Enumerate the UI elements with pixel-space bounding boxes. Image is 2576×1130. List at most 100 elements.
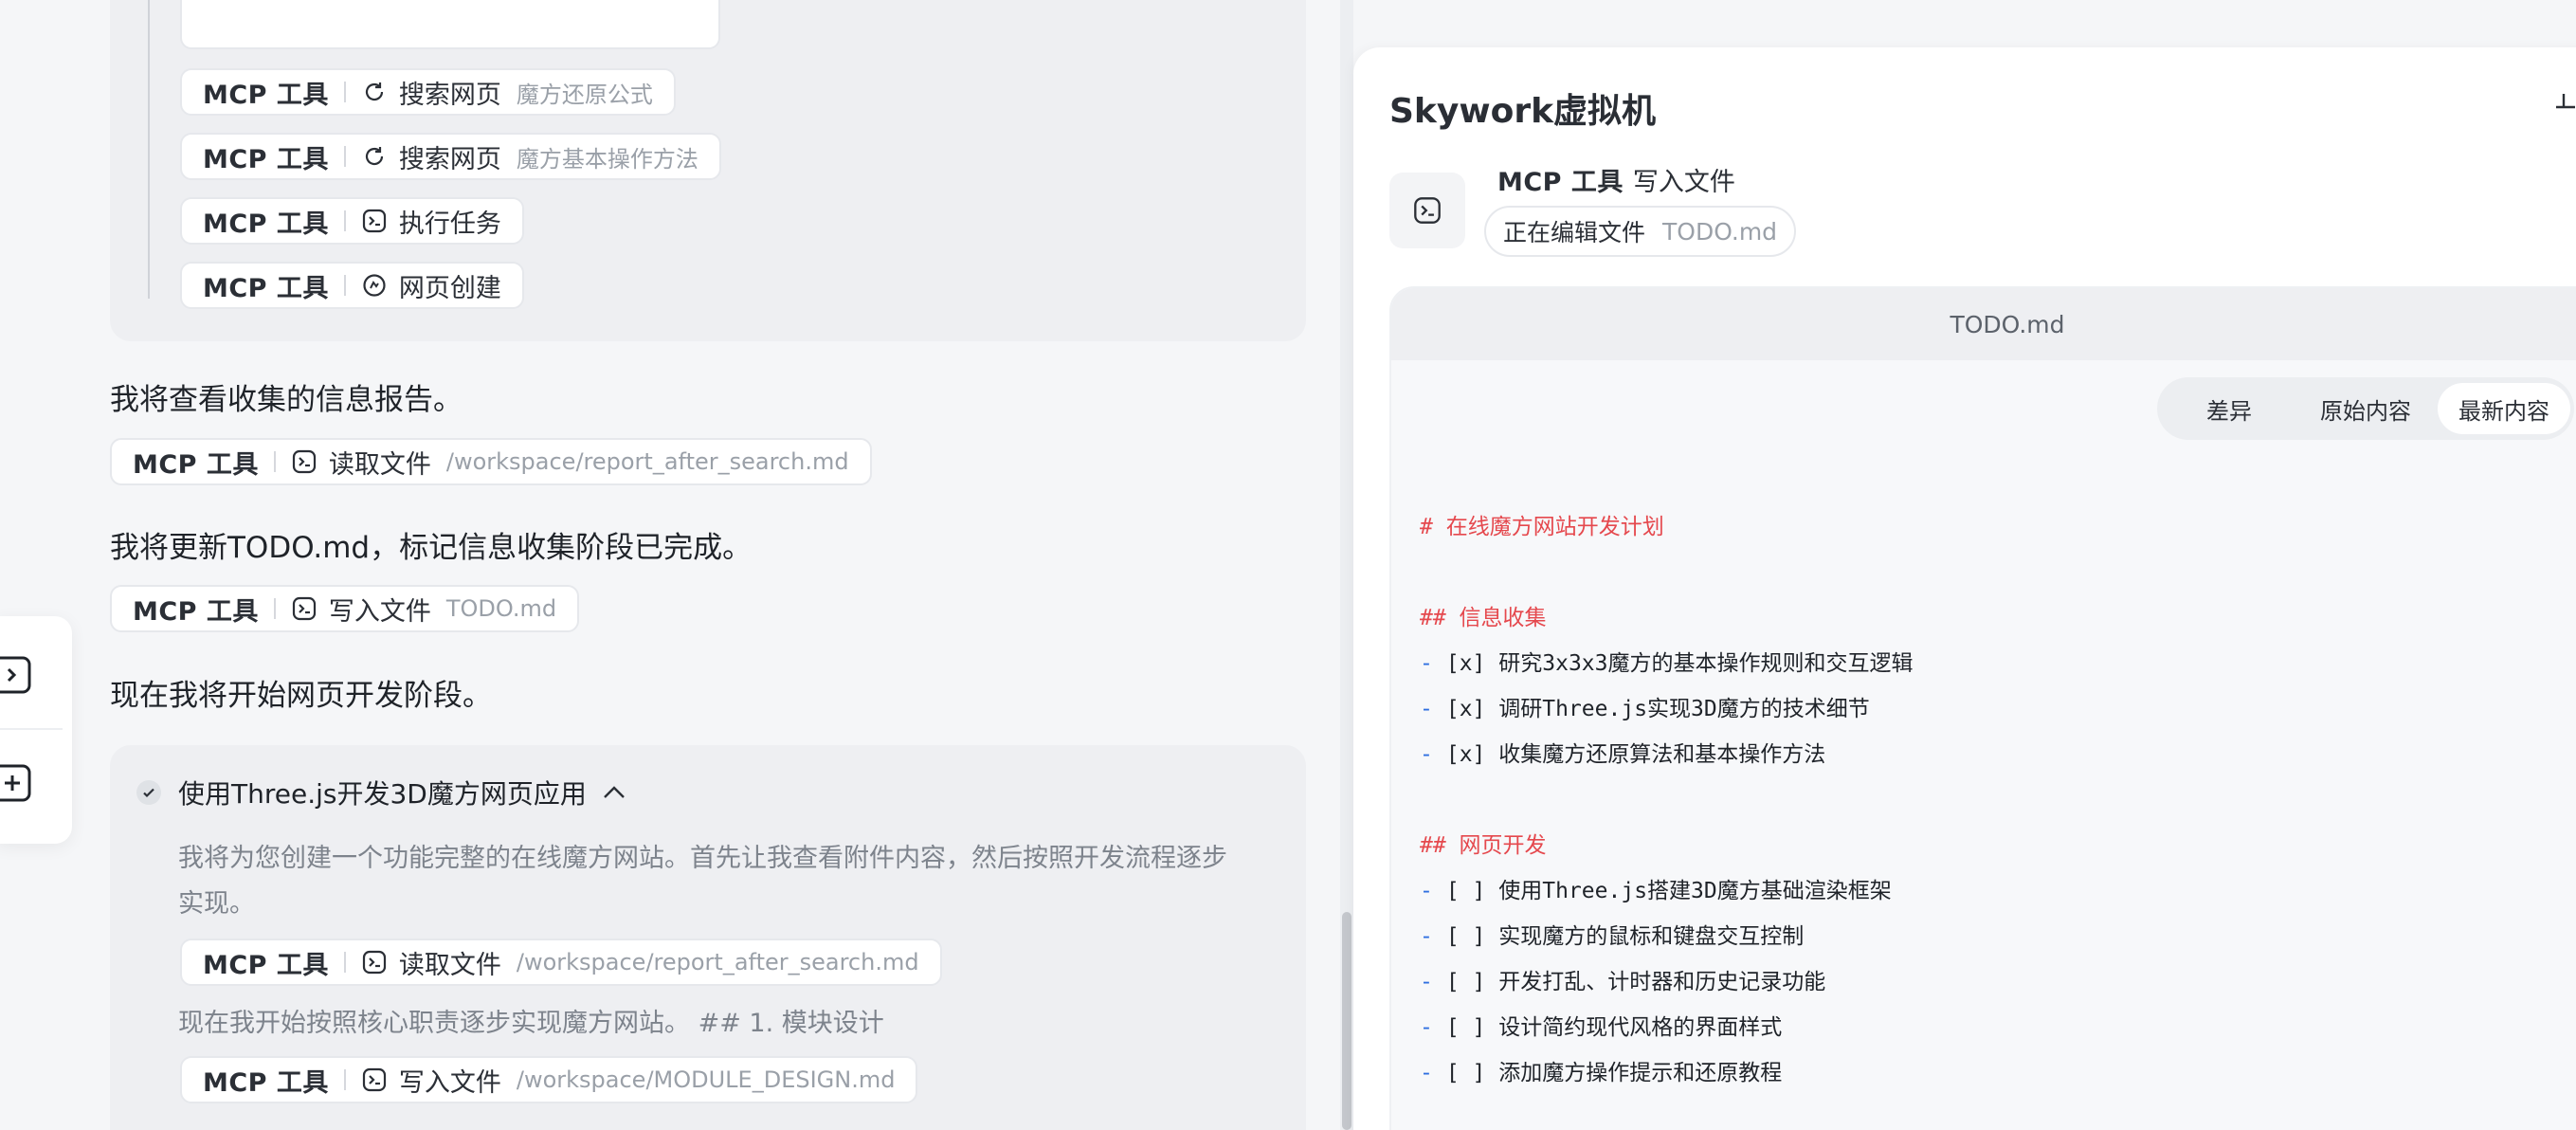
md-checkbox: [ ] (1445, 1061, 1486, 1085)
tool-chip-search-basic[interactable]: MCP 工具 搜索网页 魔方基本操作方法 (180, 133, 721, 180)
task-desc-line-1: 我将为您创建一个功能完整的在线魔方网站。首先让我查看附件内容，然后按照开发流程逐… (178, 844, 1227, 873)
md-heading-dev: ## 网页开发 (1420, 833, 1547, 858)
action-arg: 魔方基本操作方法 (516, 145, 698, 173)
action-label: 写入文件 (328, 596, 431, 627)
action-label: 写入文件 (398, 1067, 501, 1098)
action-label: 网页创建 (398, 273, 501, 303)
action-arg: /workspace/MODULE_DESIGN.md (516, 1066, 896, 1093)
chip-divider (343, 275, 346, 296)
file-viewer-header: TODO.md (1391, 288, 2576, 360)
action-arg: /workspace/report_after_search.md (516, 949, 919, 975)
tab-original[interactable]: 原始内容 (2297, 383, 2434, 434)
tool-chip-web-create[interactable]: MCP 工具 网页创建 (180, 262, 524, 309)
chip-divider (273, 451, 276, 472)
chip-divider (343, 82, 346, 102)
tool-chip-read-report[interactable]: MCP 工具 读取文件 /workspace/report_after_sear… (110, 438, 872, 485)
md-item-text: 收集魔方还原算法和基本操作方法 (1498, 742, 1826, 767)
terminal-icon (1389, 173, 1465, 248)
md-list-item: -[ ] 添加魔方操作提示和还原教程 (1420, 1061, 1783, 1085)
file-name: TODO.md (1950, 310, 2065, 338)
action-label: 执行任务 (398, 209, 501, 239)
md-list-item: -[ ] 使用Three.js搭建3D魔方基础渲染框架 (1420, 879, 1892, 903)
md-item-text: 调研Three.js实现3D魔方的技术细节 (1498, 697, 1870, 721)
tool-chip-exec-task[interactable]: MCP 工具 执行任务 (180, 197, 524, 245)
task-header[interactable]: 使用Three.js开发3D魔方网页应用 (136, 774, 626, 811)
mcp-label: MCP 工具 (203, 273, 329, 303)
chip-divider (273, 598, 276, 619)
mcp-label: MCP 工具 (203, 80, 329, 110)
md-item-text: 研究3x3x3魔方的基本操作规则和交互逻辑 (1498, 651, 1914, 676)
app-root: MCP 工具 搜索网页 魔方还原公式 MCP 工具 搜索网页 魔方基本操作方法 … (0, 0, 2576, 1130)
mcp-label: MCP 工具 (203, 950, 329, 980)
chip-divider (343, 210, 346, 231)
action-label: 搜索网页 (398, 80, 501, 110)
vm-panel: Skywork虚拟机 MCP 工具 写入文件 正在编辑文件 TODO.md TOD… (1353, 47, 2576, 1130)
md-checkbox: [x] (1445, 742, 1486, 767)
collapse-panel-icon[interactable] (0, 656, 34, 694)
mcp-label: MCP 工具 (133, 449, 259, 480)
toolbar-divider (0, 728, 63, 730)
md-list-item: -[ ] 开发打乱、计时器和历史记录功能 (1420, 970, 1826, 994)
tab-latest[interactable]: 最新内容 (2438, 383, 2570, 434)
terminal-icon (291, 448, 317, 475)
tool-chip-write-todo[interactable]: MCP 工具 写入文件 TODO.md (110, 585, 580, 632)
mcp-label: MCP 工具 (1497, 168, 1624, 197)
scrollbar-thumb[interactable] (1342, 912, 1351, 1130)
md-checkbox: [ ] (1445, 970, 1486, 994)
md-list-item: - [x] 调研Three.js实现3D魔方的技术细节 (1420, 697, 1870, 721)
action-arg: TODO.md (445, 595, 557, 622)
add-icon[interactable] (0, 764, 34, 802)
action-label: 读取文件 (398, 950, 501, 980)
view-mode-tabs: 差异 原始内容 最新内容 (2157, 377, 2574, 440)
terminal-icon (361, 208, 388, 234)
md-checkbox: [x] (1445, 651, 1486, 676)
tool-chip-read-report-2[interactable]: MCP 工具 读取文件 /workspace/report_after_sear… (180, 939, 942, 986)
md-item-text: 开发打乱、计时器和历史记录功能 (1498, 970, 1826, 994)
vm-tool-line: MCP 工具 写入文件 (1497, 161, 1735, 198)
chevron-up-icon[interactable] (602, 785, 626, 800)
editing-file-chip[interactable]: 正在编辑文件 TODO.md (1484, 206, 1797, 257)
tab-diff[interactable]: 差异 (2165, 383, 2294, 434)
md-list-item: - [x] 研究3x3x3魔方的基本操作规则和交互逻辑 (1420, 651, 1914, 676)
mcp-label: MCP 工具 (133, 596, 259, 627)
tool-chip-write-module-design[interactable]: MCP 工具 写入文件 /workspace/MODULE_DESIGN.md (180, 1056, 918, 1103)
action-arg: 魔方还原公式 (516, 81, 653, 108)
md-checkbox: [ ] (1445, 879, 1486, 903)
md-heading-info: ## 信息收集 (1420, 606, 1547, 630)
web-create-icon (361, 272, 388, 299)
md-checkbox: [ ] (1445, 1015, 1486, 1040)
action-label: 搜索网页 (398, 144, 501, 174)
tool-chip-partial[interactable] (180, 0, 720, 49)
terminal-icon (291, 595, 317, 622)
action-label: 读取文件 (328, 449, 431, 480)
md-item-text: 实现魔方的鼠标和键盘交互控制 (1498, 924, 1805, 949)
side-toolbar (0, 616, 72, 844)
mcp-label: MCP 工具 (203, 144, 329, 174)
assistant-message-start-dev: 现在我将开始网页开发阶段。 (110, 679, 492, 713)
refresh-search-icon (361, 143, 388, 170)
chip-divider (343, 146, 346, 167)
terminal-icon (361, 1066, 388, 1093)
timeline-line (148, 0, 150, 299)
md-list-item: -[ ] 实现魔方的鼠标和键盘交互控制 (1420, 924, 1805, 949)
md-checkbox: [ ] (1445, 924, 1486, 949)
task-step-text: 现在我开始按照核心职责逐步实现魔方网站。 ## 1. 模块设计 (178, 1009, 884, 1038)
md-heading-1: # 在线魔方网站开发计划 (1420, 515, 1664, 539)
chip-divider (343, 1069, 346, 1090)
tool-chip-search-formula[interactable]: MCP 工具 搜索网页 魔方还原公式 (180, 68, 676, 116)
action-arg: /workspace/report_after_search.md (445, 448, 849, 475)
check-icon (136, 780, 161, 805)
expand-icon[interactable] (2554, 90, 2575, 115)
md-item-text: 设计简约现代风格的界面样式 (1498, 1015, 1783, 1040)
editing-label: 正在编辑文件 (1503, 219, 1646, 246)
md-list-item: - [x] 收集魔方还原算法和基本操作方法 (1420, 742, 1826, 767)
assistant-message-update-todo: 我将更新TODO.md，标记信息收集阶段已完成。 (110, 531, 753, 565)
mcp-label: MCP 工具 (203, 209, 329, 239)
md-list-item: -[ ] 设计简约现代风格的界面样式 (1420, 1015, 1783, 1040)
assistant-message-view-report: 我将查看收集的信息报告。 (110, 383, 463, 417)
file-viewer: TODO.md 差异 原始内容 最新内容 # 在线魔方网站开发计划 ## 信息收… (1389, 286, 2576, 1130)
vm-tool-action: 写入文件 (1632, 168, 1735, 197)
task-title: 使用Three.js开发3D魔方网页应用 (178, 778, 587, 810)
md-checkbox: [x] (1445, 697, 1486, 721)
terminal-icon (361, 949, 388, 975)
